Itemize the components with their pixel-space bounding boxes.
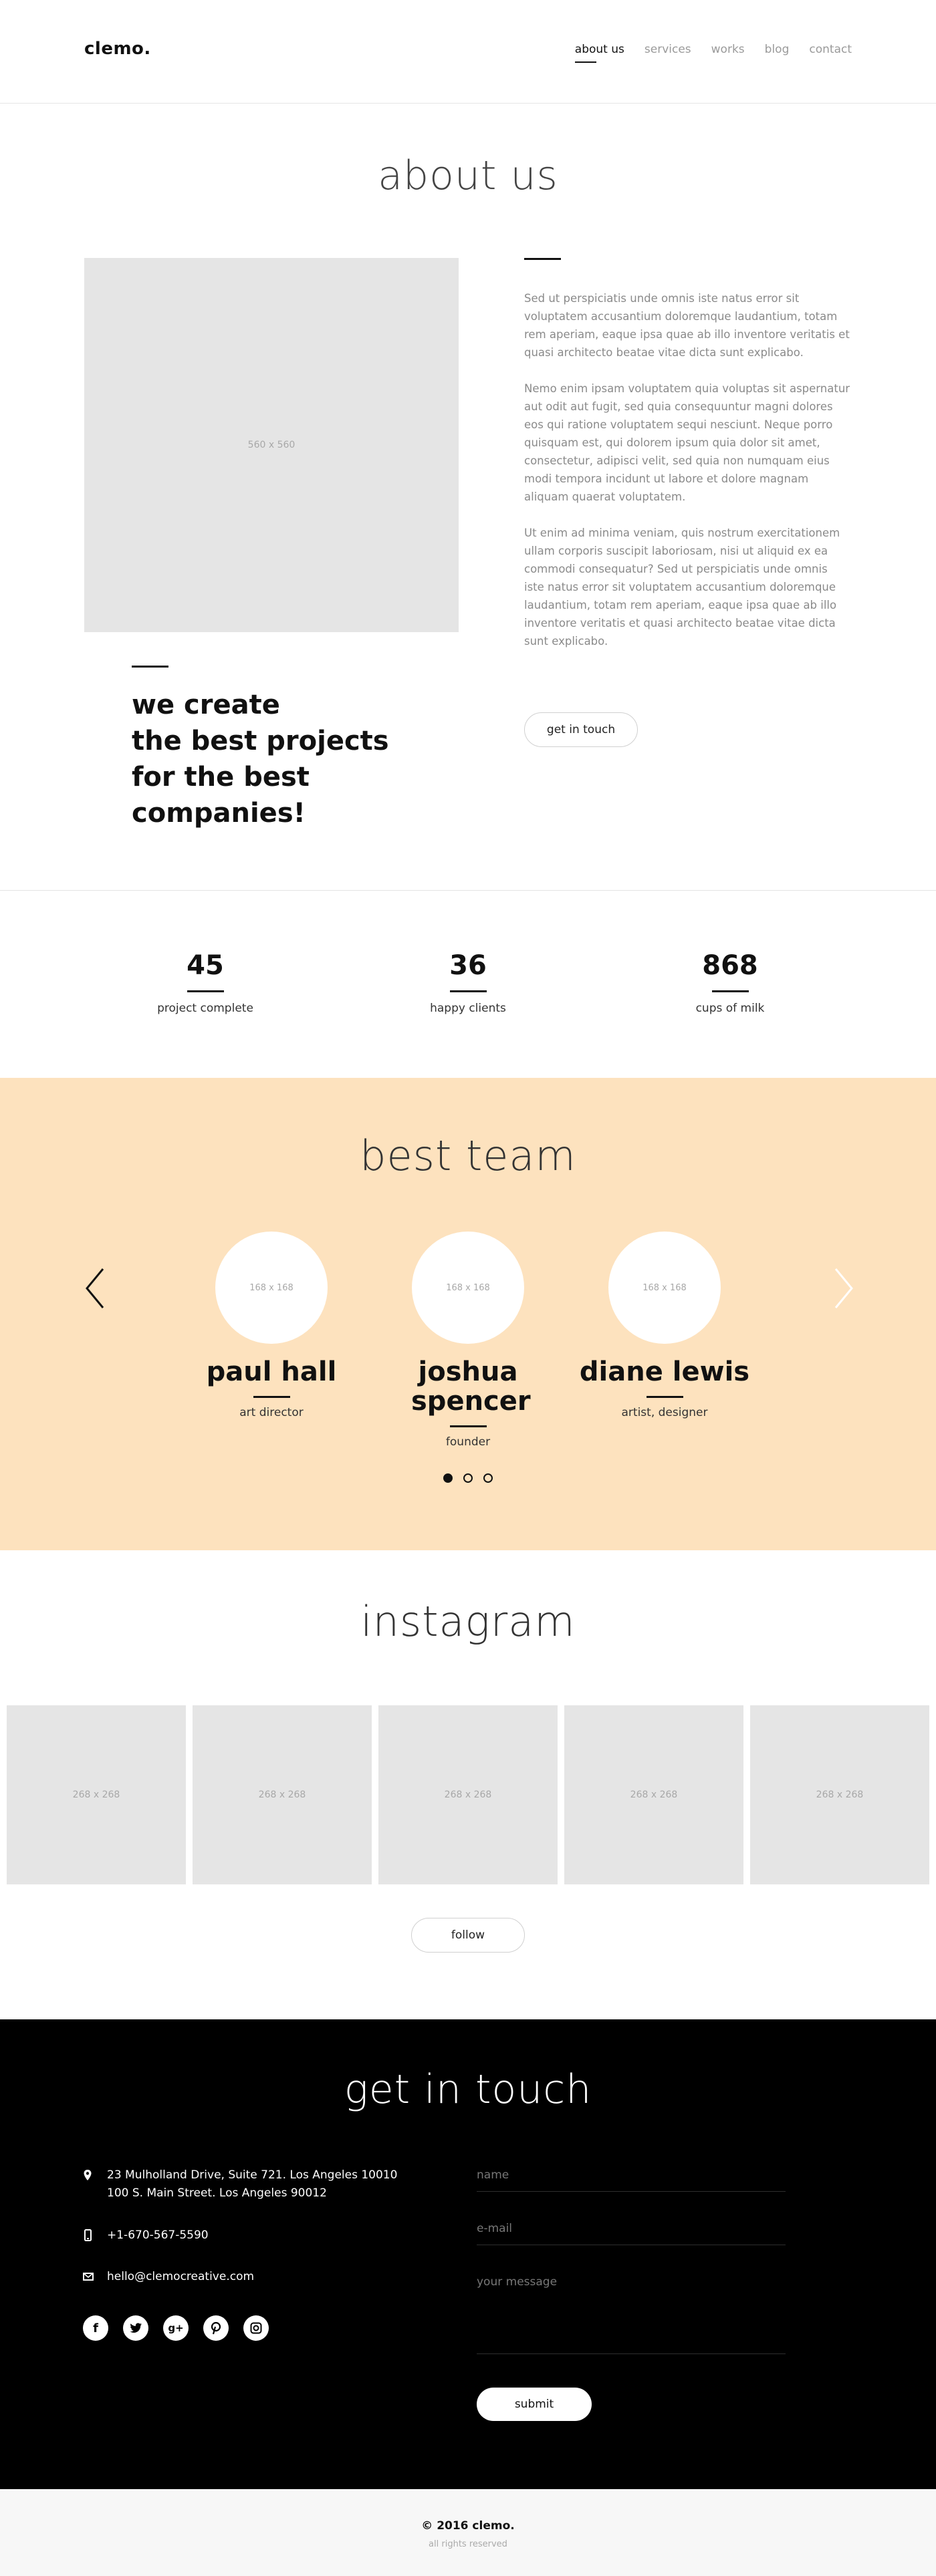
stat-label: project complete — [157, 1002, 253, 1015]
nav-item-about-us[interactable]: about us — [574, 43, 624, 63]
copyright: © 2016 clemo. — [421, 2519, 515, 2533]
member-divider — [253, 1396, 290, 1398]
avatar: 168 x 168 — [608, 1232, 721, 1344]
nav-item-contact[interactable]: contact — [809, 43, 852, 56]
carousel-dot[interactable] — [463, 1473, 473, 1483]
address-line: 23 Mulholland Drive, Suite 721. Los Ange… — [107, 2168, 398, 2182]
follow-button[interactable]: follow — [411, 1918, 525, 1953]
stat-label: happy clients — [430, 1002, 506, 1015]
phone-icon — [83, 2229, 92, 2241]
team-title: best team — [360, 1131, 576, 1180]
mail-icon — [83, 2271, 94, 2283]
email-field[interactable]: e-mail — [477, 2222, 786, 2245]
tagline-divider — [132, 666, 168, 668]
stat-clients: 36 happy clients — [368, 949, 568, 1015]
rights-reserved: all rights reserved — [429, 2539, 507, 2549]
facebook-icon[interactable]: f — [83, 2315, 108, 2341]
contact-title: get in touch — [344, 2066, 592, 2113]
email-info: hello@clemocreative.com — [83, 2268, 254, 2286]
section-divider — [0, 890, 936, 891]
contact-section: get in touch 23 Mulholland Drive, Suite … — [0, 2019, 936, 2489]
phone-info: +1-670-567-5590 — [83, 2227, 209, 2245]
carousel-dot[interactable] — [483, 1473, 493, 1483]
avatar: 168 x 168 — [215, 1232, 328, 1344]
team-member: 168 x 168 joshua spencer founder — [381, 1232, 555, 1449]
instagram-image[interactable]: 268 x 268 — [7, 1705, 186, 1884]
member-role: founder — [445, 1435, 491, 1449]
address-line: 100 S. Main Street. Los Angeles 90012 — [107, 2186, 327, 2200]
social-links: f g+ — [83, 2315, 269, 2341]
member-name: diane lewis — [579, 1356, 750, 1387]
stat-divider — [187, 990, 224, 992]
about-text: Sed ut perspiciatis unde omnis iste natu… — [524, 289, 850, 668]
site-header: clemo. about us services works blog cont… — [0, 0, 936, 104]
twitter-icon[interactable] — [123, 2315, 148, 2341]
stat-value: 45 — [187, 950, 224, 981]
stat-milk: 868 cups of milk — [630, 949, 830, 1015]
instagram-title: instagram — [360, 1597, 576, 1646]
stat-value: 36 — [449, 950, 487, 981]
nav-item-blog[interactable]: blog — [765, 43, 790, 56]
instagram-image[interactable]: 268 x 268 — [193, 1705, 372, 1884]
team-section: best team 168 x 168 paul hall art direct… — [0, 1078, 936, 1550]
about-paragraph: Nemo enim ipsam voluptatem quia voluptas… — [524, 382, 850, 503]
member-divider — [449, 1425, 487, 1427]
google-plus-icon[interactable]: g+ — [163, 2315, 189, 2341]
stat-value: 868 — [702, 950, 758, 981]
about-text-divider — [524, 258, 561, 260]
tagline-line: for the best — [132, 762, 310, 793]
nav-item-services[interactable]: services — [645, 43, 691, 56]
about-image: 560 x 560 — [84, 258, 459, 632]
about-paragraph: Sed ut perspiciatis unde omnis iste natu… — [524, 292, 850, 359]
member-name: joshua spencer — [411, 1356, 531, 1417]
location-pin-icon — [83, 2169, 92, 2181]
member-divider — [646, 1396, 683, 1398]
nav-item-works[interactable]: works — [711, 43, 745, 56]
about-title: about us — [378, 152, 558, 199]
member-role: art director — [239, 1406, 304, 1419]
name-field[interactable]: name — [477, 2168, 786, 2192]
logo[interactable]: clemo. — [84, 39, 151, 59]
about-image-label: 560 x 560 — [247, 440, 296, 450]
pinterest-icon[interactable] — [203, 2315, 229, 2341]
tagline-line: we create — [132, 690, 280, 720]
team-member: 168 x 168 diane lewis artist, designer — [578, 1232, 751, 1419]
site-footer: © 2016 clemo. all rights reserved — [0, 2489, 936, 2576]
team-member: 168 x 168 paul hall art director — [185, 1232, 358, 1419]
submit-button[interactable]: submit — [477, 2388, 592, 2421]
carousel-dots — [0, 1473, 936, 1483]
chevron-left-icon[interactable] — [83, 1265, 110, 1312]
member-role: artist, designer — [621, 1406, 708, 1419]
tagline-line: the best projects — [132, 726, 389, 756]
chevron-right-icon[interactable] — [829, 1265, 856, 1312]
stat-divider — [449, 990, 487, 992]
stat-label: cups of milk — [695, 1002, 765, 1015]
carousel-dot[interactable] — [443, 1473, 453, 1483]
main-nav: about us services works blog contact — [574, 43, 852, 63]
address-info: 23 Mulholland Drive, Suite 721. Los Ange… — [83, 2166, 397, 2202]
message-field[interactable]: your message — [477, 2275, 786, 2354]
instagram-image[interactable]: 268 x 268 — [750, 1705, 929, 1884]
email-address[interactable]: hello@clemocreative.com — [107, 2268, 254, 2286]
instagram-gallery: 268 x 268 268 x 268 268 x 268 268 x 268 … — [7, 1705, 929, 1884]
phone-number[interactable]: +1-670-567-5590 — [107, 2227, 209, 2245]
stat-projects: 45 project complete — [105, 949, 306, 1015]
member-name: paul hall — [206, 1356, 337, 1387]
get-in-touch-button[interactable]: get in touch — [524, 712, 638, 747]
instagram-icon[interactable] — [243, 2315, 269, 2341]
tagline-line: companies! — [132, 798, 306, 829]
tagline: we create the best projects for the best… — [132, 687, 399, 831]
instagram-image[interactable]: 268 x 268 — [378, 1705, 558, 1884]
instagram-image[interactable]: 268 x 268 — [564, 1705, 743, 1884]
avatar: 168 x 168 — [412, 1232, 524, 1344]
stat-divider — [711, 990, 749, 992]
about-paragraph: Ut enim ad minima veniam, quis nostrum e… — [524, 527, 840, 648]
